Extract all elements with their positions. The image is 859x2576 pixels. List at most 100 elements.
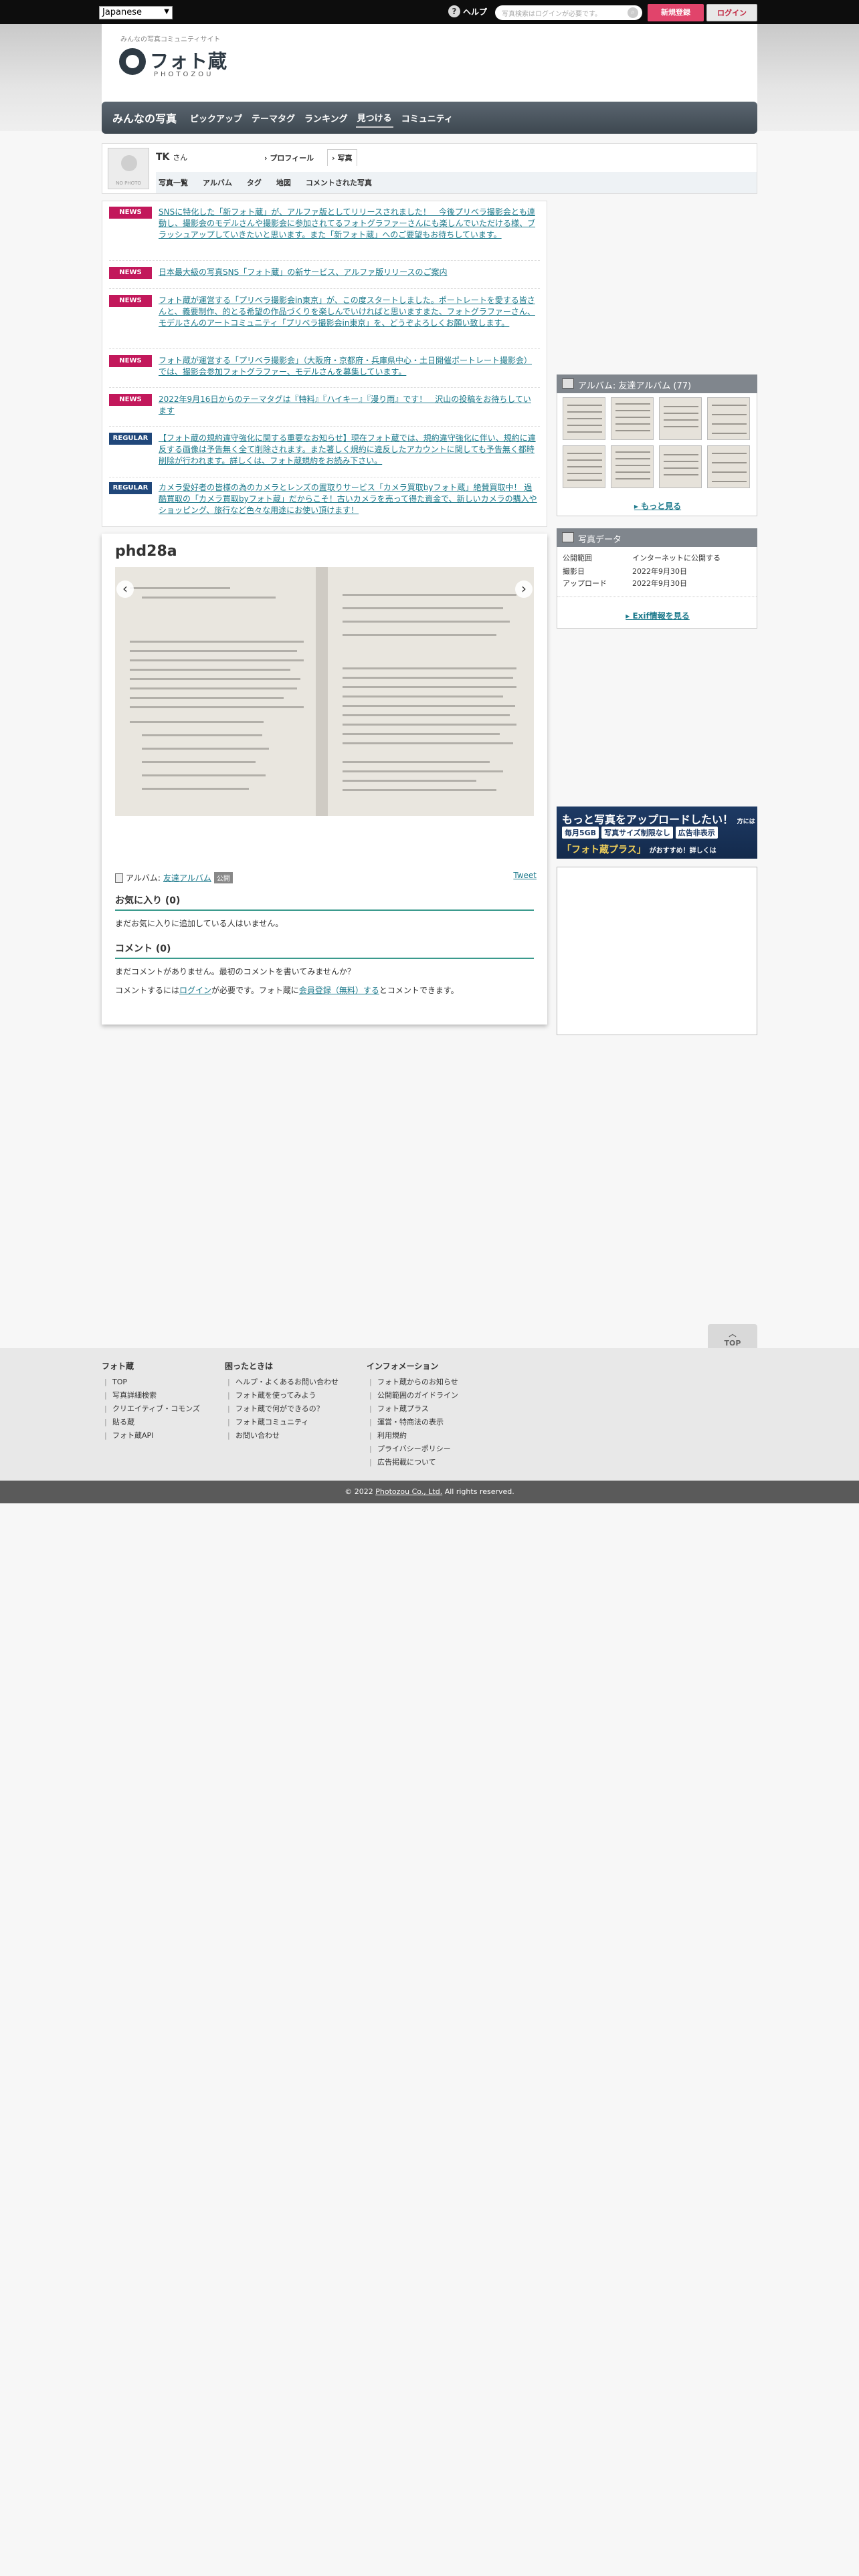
nav-theme-tag[interactable]: テーマタグ <box>250 109 296 127</box>
news-link[interactable]: フォト蔵が運営する「プリベラ撮影会in東京」が、この度スタートしました。ポートレ… <box>159 295 537 329</box>
exif-link[interactable]: ▸ Exif情報を見る <box>557 610 758 621</box>
news-link[interactable]: フォト蔵が運営する「プリベラ撮影会」（大阪府・京都府・兵庫県中心・土日開催ポート… <box>159 355 537 378</box>
news-badge: NEWS <box>109 355 152 367</box>
text-line <box>142 734 262 736</box>
nav-find[interactable]: 見つける <box>355 108 393 128</box>
footer-link[interactable]: 貼る蔵 <box>102 1416 200 1429</box>
album-thumbnail[interactable] <box>611 445 654 488</box>
comment-login-link[interactable]: ログイン <box>179 986 211 995</box>
next-photo-button[interactable]: › <box>515 580 533 598</box>
chevron-down-icon: ▼ <box>164 8 169 15</box>
footer-link[interactable]: 運営・特商法の表示 <box>367 1416 458 1429</box>
nav-ranking[interactable]: ランキング <box>303 109 349 127</box>
album-icon <box>562 379 574 389</box>
text-line <box>343 742 513 744</box>
company-link[interactable]: Photozou Co., Ltd. <box>375 1487 442 1496</box>
profile-name: TK さん <box>156 152 188 163</box>
text-line <box>343 714 510 716</box>
text-line <box>343 733 500 735</box>
news-link[interactable]: 日本最大級の写真SNS「フォト蔵」の新サービス、アルファ版リリースのご案内 <box>159 267 537 278</box>
footer-link[interactable]: ヘルプ・よくあるお問い合わせ <box>225 1376 339 1389</box>
nav-community[interactable]: コミュニティ <box>400 109 454 127</box>
comments-empty-text: まだコメントがありません。最初のコメントを書いてみませんか？ <box>115 967 355 976</box>
comment-register-link[interactable]: 会員登録（無料）する <box>299 986 379 995</box>
text-line <box>130 721 264 723</box>
prev-photo-button[interactable]: ‹ <box>116 580 134 598</box>
language-select[interactable]: Japanese ▼ <box>99 6 173 19</box>
help-link[interactable]: ? ヘルプ <box>448 5 487 17</box>
comment-login-prompt: コメントするにはログインが必要です。フォト蔵に会員登録（無料）するとコメントでき… <box>115 986 459 995</box>
avatar[interactable]: NO PHOTO <box>108 148 149 189</box>
footer-link[interactable]: フォト蔵コミュニティ <box>225 1416 339 1429</box>
footer-col-help: 困ったときは ヘルプ・よくあるお問い合わせ フォト蔵を使ってみよう フォト蔵で何… <box>225 1360 339 1442</box>
divider <box>109 288 540 289</box>
text-line <box>130 669 290 671</box>
text-line <box>142 597 276 599</box>
album-thumbnails: ▸ もっと見る <box>557 393 757 516</box>
tab-profile[interactable]: › プロフィール <box>260 150 318 166</box>
subtab-tag[interactable]: タグ <box>247 177 262 188</box>
tweet-button[interactable]: Tweet <box>513 871 537 880</box>
footer-link[interactable]: フォト蔵API <box>102 1429 200 1442</box>
footer-link[interactable]: フォト蔵を使ってみよう <box>225 1389 339 1402</box>
album-thumbnail[interactable] <box>611 397 654 440</box>
album-thumbnail[interactable] <box>563 445 605 488</box>
news-link[interactable]: 【フォト蔵の規約違守強化に関する重要なお知らせ】現在フォト蔵では、規約違守強化に… <box>159 433 537 467</box>
album-thumbnail[interactable] <box>659 445 702 488</box>
text-line <box>343 724 516 726</box>
chevron-up-icon: ︿ <box>729 1329 737 1338</box>
news-badge: NEWS <box>109 295 152 307</box>
footer-link[interactable]: プライバシーポリシー <box>367 1442 458 1456</box>
divider <box>109 387 540 388</box>
news-link[interactable]: カメラ愛好者の皆様の為のカメラとレンズの置取りサービス「カメラ買取byフォト蔵」… <box>159 482 537 516</box>
search-icon[interactable]: ⌕ <box>628 7 638 18</box>
album-thumbnail[interactable] <box>707 397 750 440</box>
tab-photos[interactable]: › 写真 <box>327 149 357 166</box>
profile-tabs: › プロフィール › 写真 <box>260 149 357 166</box>
footer-link[interactable]: フォト蔵で何ができるの？ <box>225 1402 339 1416</box>
site-logo[interactable]: フォト蔵 PHOTOZOU <box>119 45 233 83</box>
footer-link[interactable]: TOP <box>102 1376 200 1389</box>
footer-link[interactable]: 広告掲載について <box>367 1456 458 1469</box>
footer-link[interactable]: クリエイティブ・コモンズ <box>102 1402 200 1416</box>
text-line <box>343 705 515 707</box>
register-button[interactable]: 新規登録 <box>648 4 704 21</box>
news-link[interactable]: SNSに特化した「新フォト蔵」が、アルファ版としてリリースされました！ 今後プリ… <box>159 207 537 241</box>
subtab-map[interactable]: 地図 <box>276 177 291 188</box>
main-photo[interactable]: ‹ › <box>115 567 534 816</box>
nav-pickup[interactable]: ピックアップ <box>189 109 244 127</box>
album-link[interactable]: 友達アルバム <box>163 872 211 883</box>
album-thumbnail[interactable] <box>563 397 605 440</box>
footer-link[interactable]: 利用規約 <box>367 1429 458 1442</box>
back-to-top-button[interactable]: ︿ TOP <box>708 1324 757 1348</box>
subtab-photo-list[interactable]: 写真一覧 <box>159 177 188 188</box>
album-more-link[interactable]: ▸ もっと見る <box>557 500 758 512</box>
subtab-commented[interactable]: コメントされた写真 <box>306 177 372 188</box>
footer-col-info: インフォメーション フォト蔵からのお知らせ 公開範囲のガイドライン フォト蔵プラ… <box>367 1360 458 1469</box>
footer-link[interactable]: 公開範囲のガイドライン <box>367 1389 458 1402</box>
footer-link[interactable]: フォト蔵プラス <box>367 1402 458 1416</box>
data-row: 撮影日 2022年9月30日 <box>563 567 687 576</box>
site-tagline: みんなの写真コミュニティサイト <box>120 36 221 43</box>
copyright: © 2022 Photozou Co., Ltd. All rights res… <box>0 1481 859 1503</box>
text-line <box>130 687 297 689</box>
news-link[interactable]: 2022年9月16日からのテーマタグは『特料』『ハイキー』『漫り雨』です！ 沢山… <box>159 394 537 417</box>
album-thumbnail[interactable] <box>659 397 702 440</box>
login-button[interactable]: ログイン <box>706 4 757 21</box>
favorites-empty-text: まだお気に入りに追加している人はいません。 <box>115 919 284 928</box>
footer-col-photozou: フォト蔵 TOP 写真詳細検索 クリエイティブ・コモンズ 貼る蔵 フォト蔵API <box>102 1360 200 1442</box>
footer-link[interactable]: お問い合わせ <box>225 1429 339 1442</box>
footer-link[interactable]: 写真詳細検索 <box>102 1389 200 1402</box>
text-line <box>130 650 297 652</box>
photozou-plus-banner[interactable]: もっと写真をアップロードしたい！ 方には 毎月5GB 写真サイズ制限なし 広告非… <box>557 807 757 859</box>
news-badge: NEWS <box>109 207 152 219</box>
subtab-album[interactable]: アルバム <box>203 177 232 188</box>
photo-title: phd28a <box>115 543 177 560</box>
nav-everyone-photos[interactable]: みんなの写真 <box>111 107 178 128</box>
news-badge: NEWS <box>109 267 152 279</box>
search-input[interactable]: 写真検索はログインが必要です。 ⌕ <box>495 5 642 20</box>
text-line <box>343 789 496 791</box>
text-line <box>142 788 249 790</box>
album-thumbnail[interactable] <box>707 445 750 488</box>
footer-link[interactable]: フォト蔵からのお知らせ <box>367 1376 458 1389</box>
